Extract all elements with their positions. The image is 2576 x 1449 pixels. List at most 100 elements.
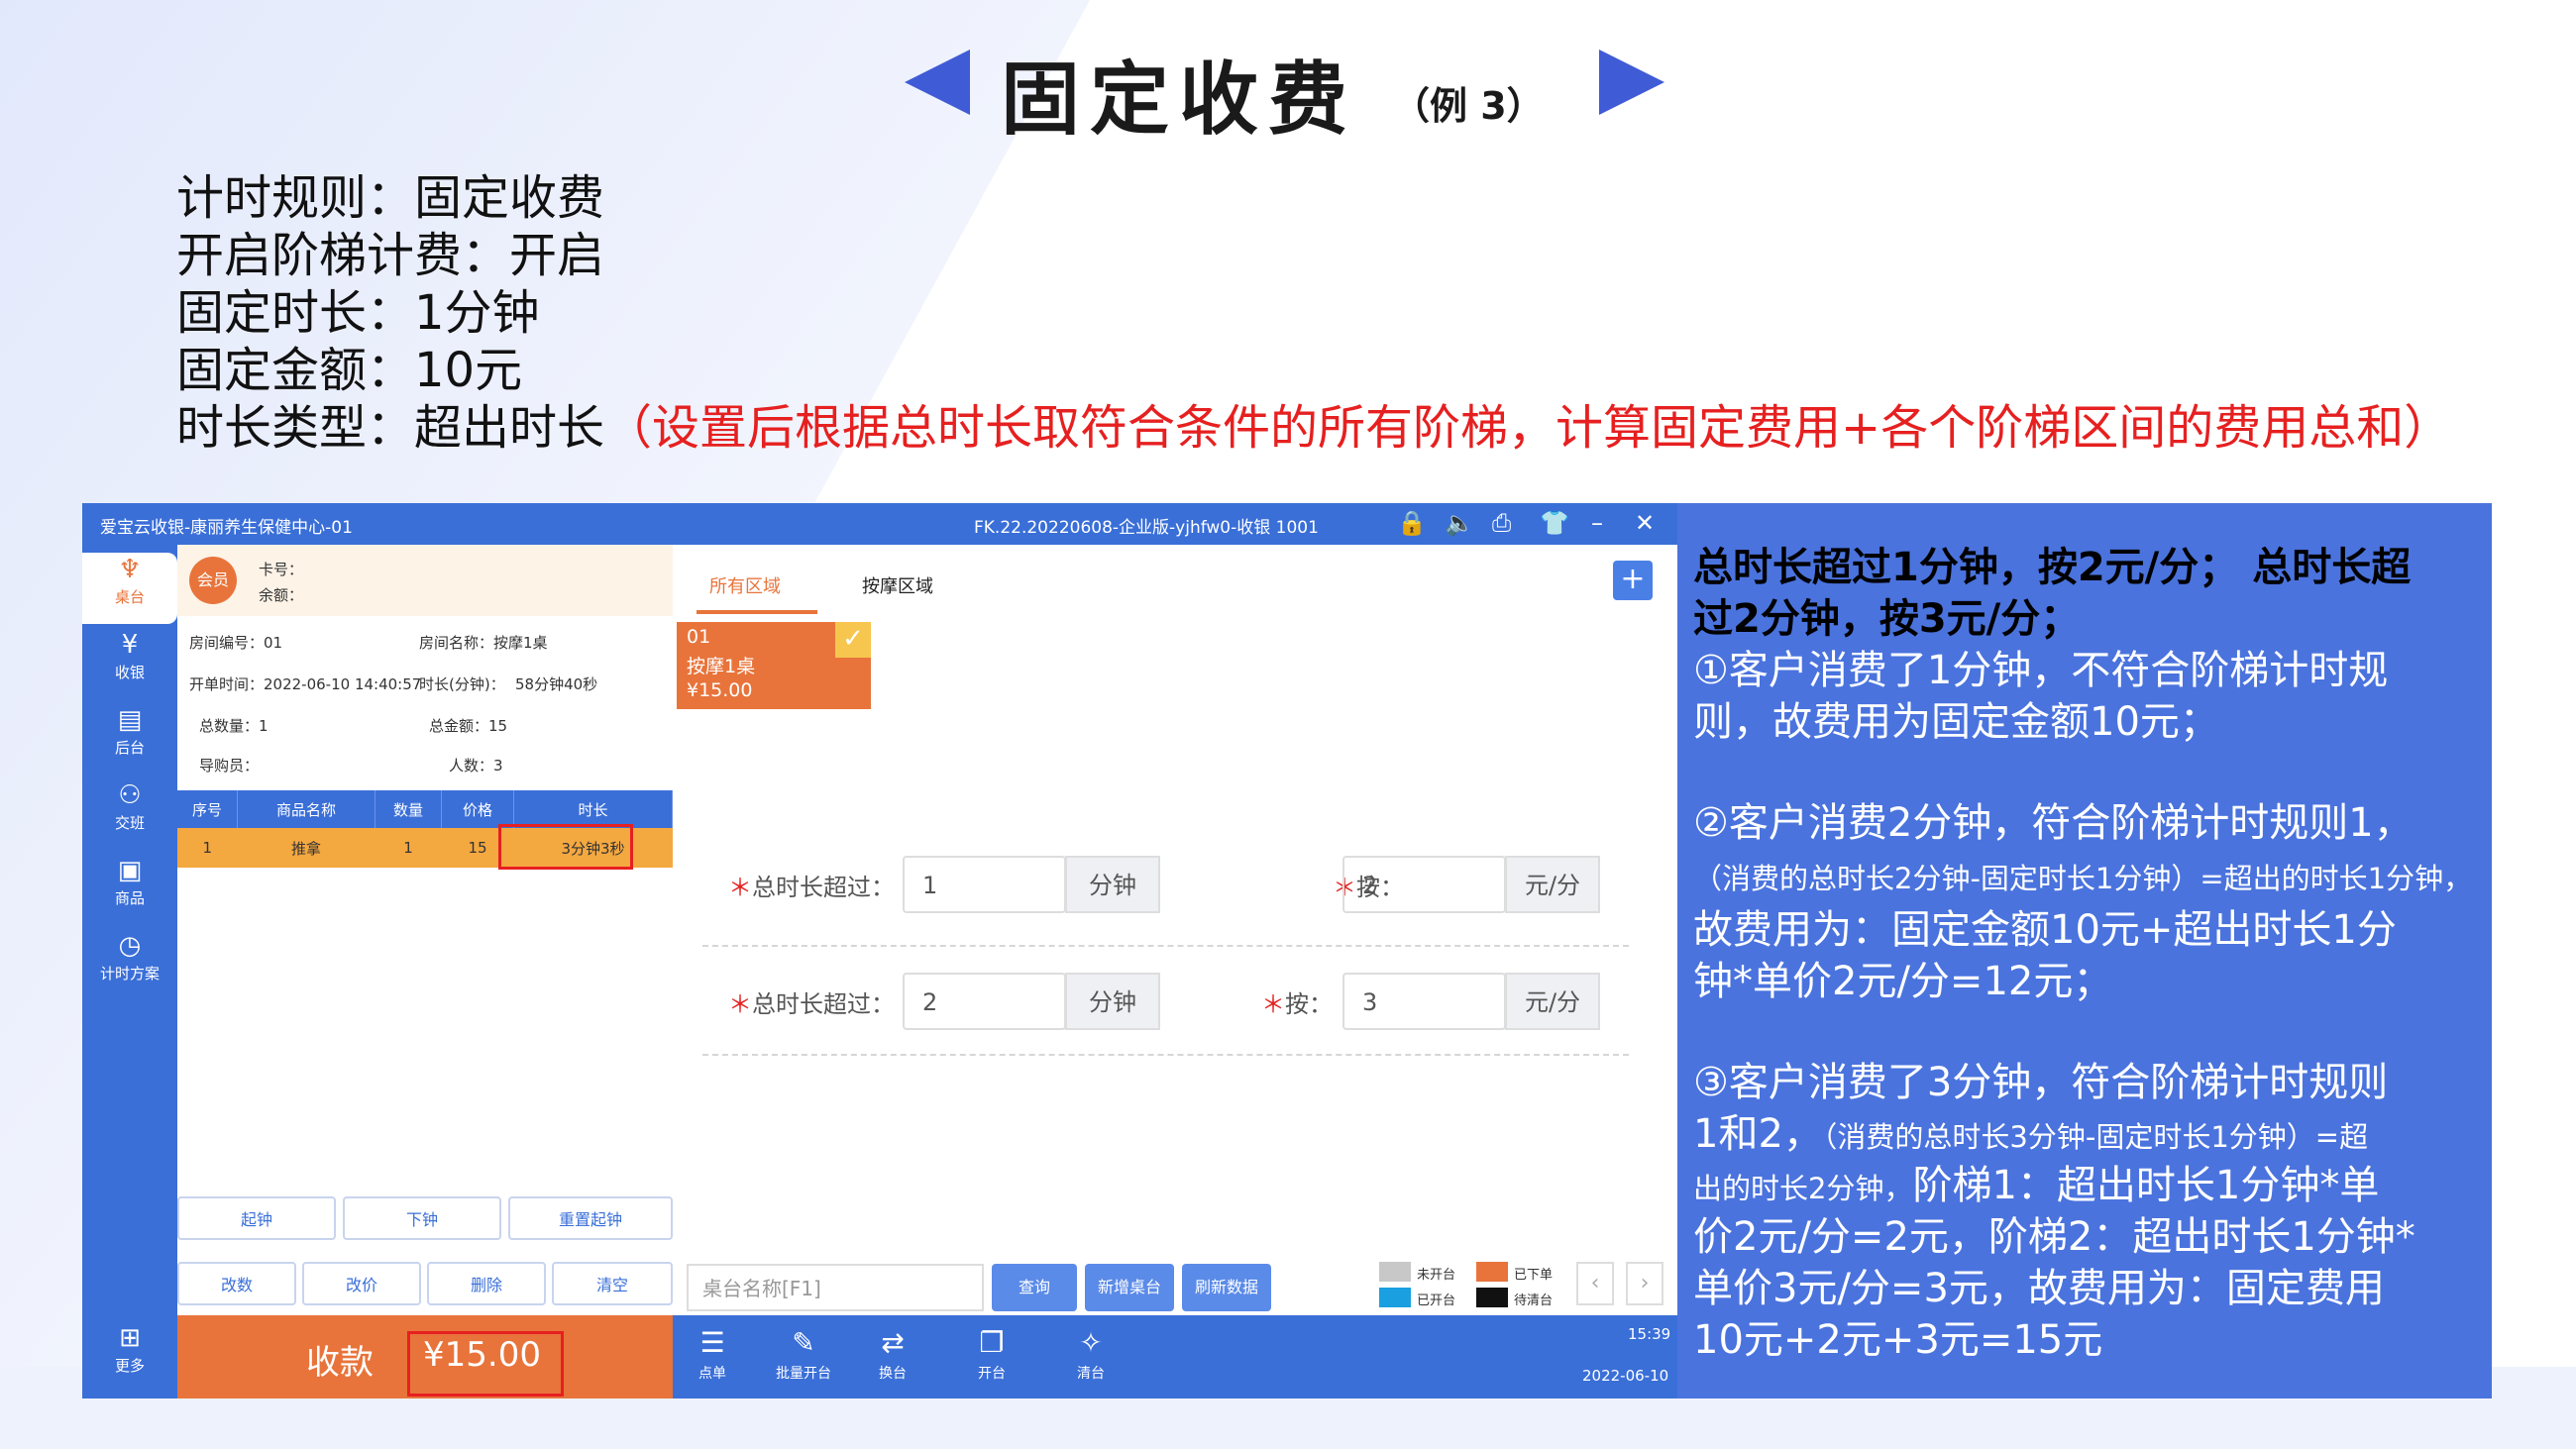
lock-icon[interactable]: 🔒 — [1397, 509, 1427, 537]
legend-swatch-unopened — [1379, 1262, 1411, 1282]
explain-p2-small: （消费的总时长2分钟-固定时长1分钟）=超出的时长1分钟， — [1693, 862, 2473, 895]
refresh-button[interactable]: 刷新数据 — [1182, 1264, 1271, 1311]
nav-handover-label: 交班 — [114, 814, 145, 832]
tier2-duration-unit: 分钟 — [1065, 973, 1160, 1030]
query-button[interactable]: 查询 — [992, 1264, 1077, 1311]
tier1-duration-input[interactable]: 1 — [903, 856, 1066, 913]
table-card-price: ¥15.00 — [687, 679, 753, 701]
nav-backend[interactable]: ▤ 后台 — [82, 703, 177, 775]
reset-clock-button[interactable]: 重置起钟 — [508, 1196, 673, 1240]
close-icon[interactable]: ✕ — [1635, 509, 1655, 537]
right-arrow-icon — [1599, 50, 1664, 115]
left-navigation: ♆ 桌台 ¥ 收银 ▤ 后台 ⚇ 交班 ▣ 商品 ◷ 计时方案 ⊞ 更多 — [82, 545, 177, 1398]
tab-all-areas[interactable]: 所有区域 — [709, 572, 781, 598]
table-card-name: 按摩1桌 — [687, 656, 756, 677]
total-quantity: 总数量：1 — [199, 717, 268, 735]
nav-goods-label: 商品 — [114, 889, 145, 907]
shirt-icon[interactable]: 👕 — [1540, 509, 1569, 537]
nav-cashier[interactable]: ¥ 收银 — [82, 628, 177, 699]
tier2-rate-input[interactable]: 3 — [1342, 973, 1506, 1030]
start-clock-button[interactable]: 起钟 — [177, 1196, 336, 1240]
explain-p3-line6: 10元+2元+3元=15元 — [1693, 1317, 2103, 1363]
guide-label: 导购员： — [199, 757, 260, 775]
tier-divider-bottom — [702, 1054, 1629, 1056]
more-grid-icon: ⊞ — [119, 1323, 141, 1353]
change-price-button[interactable]: 改价 — [302, 1262, 421, 1305]
bottom-action-bar: ☰ 点单 ✎ 批量开台 ⇄ 换台 ❐ 开台 ✧ 清台 15:39 2022-06-10 — [673, 1315, 1677, 1398]
swap-table-action[interactable]: ⇄ 换台 — [853, 1323, 932, 1383]
room-number: 房间编号：01 — [189, 634, 283, 652]
table-search-input[interactable]: 桌台名称[F1] — [687, 1264, 984, 1311]
explain-p3-line3b: 阶梯1：超出时长1分钟*单 — [1912, 1163, 2380, 1208]
nav-goods[interactable]: ▣ 商品 — [82, 854, 177, 925]
explain-p2-line3: 故费用为：固定金额10元+超出时长1分 — [1693, 907, 2397, 953]
legend-opened: 已开台 — [1417, 1294, 1456, 1308]
order-action[interactable]: ☰ 点单 — [673, 1323, 752, 1383]
duration-value: 58分钟40秒 — [515, 675, 598, 693]
batch-open-icon: ✎ — [792, 1326, 815, 1359]
next-page-button[interactable]: › — [1626, 1262, 1664, 1305]
people-count: 人数：3 — [449, 757, 503, 775]
open-table-action[interactable]: ❐ 开台 — [952, 1323, 1031, 1383]
check-icon: ✓ — [835, 622, 871, 658]
nav-timer-plan[interactable]: ◷ 计时方案 — [82, 929, 177, 1000]
col-price: 价格 — [441, 790, 514, 828]
tier1-rate-input[interactable]: 2 — [1342, 856, 1506, 913]
legend-swatch-to-clean — [1476, 1288, 1508, 1307]
nav-more-label: 更多 — [114, 1357, 145, 1375]
explain-heading-2: 过2分钟，按3元/分； — [1693, 596, 2081, 642]
explain-p3-line5: 单价3元/分=3元，故费用为：固定费用 — [1693, 1266, 2385, 1311]
app-title: 爱宝云收银-康丽养生保健中心-01 — [100, 518, 353, 538]
clear-button[interactable]: 清空 — [552, 1262, 673, 1305]
col-name: 商品名称 — [237, 790, 376, 828]
rule-duration-type: 时长类型：超出时长（设置后根据总时长取符合条件的所有阶梯，计算固定费用+各个阶梯… — [176, 388, 2451, 458]
explain-heading-1: 总时长超过1分钟，按2元/分； 总时长超 — [1693, 545, 2412, 590]
tier1-label: ＊总时长超过： — [728, 874, 895, 901]
swap-table-icon: ⇄ — [881, 1326, 905, 1359]
prev-page-button[interactable]: ‹ — [1576, 1262, 1614, 1305]
explanation-panel: 总时长超过1分钟，按2元/分； 总时长超 过2分钟，按3元/分； ①客户消费了1… — [1677, 503, 2492, 1398]
table-card-number: 01 — [687, 626, 711, 648]
change-qty-button[interactable]: 改数 — [177, 1262, 296, 1305]
col-qty: 数量 — [375, 790, 442, 828]
add-button[interactable]: + — [1613, 561, 1653, 600]
clock-date: 2022-06-10 — [1582, 1367, 1669, 1385]
clean-table-action[interactable]: ✧ 清台 — [1051, 1323, 1130, 1383]
tier2-rate-unit: 元/分 — [1505, 973, 1600, 1030]
chart-icon: ▤ — [117, 705, 143, 735]
printer-icon[interactable]: ⎙ — [1492, 509, 1511, 537]
stop-clock-button[interactable]: 下钟 — [343, 1196, 501, 1240]
add-table-button[interactable]: 新增桌台 — [1085, 1264, 1174, 1311]
table-card[interactable]: 01 按摩1桌 ¥15.00 ✓ — [677, 622, 871, 709]
open-time: 开单时间：2022-06-10 14:40:57 — [189, 675, 422, 693]
cashier-app-window: 爱宝云收银-康丽养生保健中心-01 FK.22.20220608-企业版-yjh… — [82, 503, 1677, 1398]
minimize-icon[interactable]: – — [1591, 509, 1603, 537]
delete-button[interactable]: 删除 — [427, 1262, 546, 1305]
member-panel[interactable]: 会员 卡号： 余额： — [177, 545, 673, 616]
tier1-label-text: 总时长超过： — [752, 874, 895, 901]
tab-massage-area[interactable]: 按摩区域 — [862, 572, 933, 598]
rule-duration-note: （设置后根据总时长取符合条件的所有阶梯，计算固定费用+各个阶梯区间的费用总和） — [604, 400, 2452, 456]
duration-label: 时长(分钟)： — [419, 675, 505, 693]
tier1-rate-unit: 元/分 — [1505, 856, 1600, 913]
tier2-duration-input[interactable]: 2 — [903, 973, 1066, 1030]
explain-p1-line2: 则，故费用为固定金额10元； — [1693, 699, 2219, 745]
clock-time: 15:39 — [1628, 1325, 1671, 1343]
handover-icon: ⚇ — [118, 780, 142, 810]
legend-swatch-ordered — [1476, 1262, 1508, 1282]
clean-table-icon: ✧ — [1079, 1326, 1103, 1359]
explain-p3-line3: 出的时长2分钟，阶梯1：超出时长1分钟*单 — [1693, 1153, 2379, 1210]
pay-highlight-box — [407, 1331, 564, 1397]
cell-qty: 1 — [375, 828, 442, 868]
nav-table-label: 桌台 — [114, 588, 145, 606]
mute-icon[interactable]: 🔈 — [1445, 509, 1474, 537]
nav-table[interactable]: ♆ 桌台 — [82, 553, 177, 624]
explain-p3-line2b: （消费的总时长3分钟-固定时长1分钟）=超 — [1822, 1120, 2369, 1154]
slide-title: 固定收费 — [1001, 53, 1357, 146]
batch-open-action[interactable]: ✎ 批量开台 — [764, 1323, 843, 1383]
nav-more[interactable]: ⊞ 更多 — [82, 1321, 177, 1393]
explain-p1-line1: ①客户消费了1分钟，不符合阶梯计时规 — [1693, 648, 2389, 693]
active-tab-indicator — [697, 610, 817, 614]
member-badge[interactable]: 会员 — [189, 557, 237, 604]
nav-handover[interactable]: ⚇ 交班 — [82, 778, 177, 850]
